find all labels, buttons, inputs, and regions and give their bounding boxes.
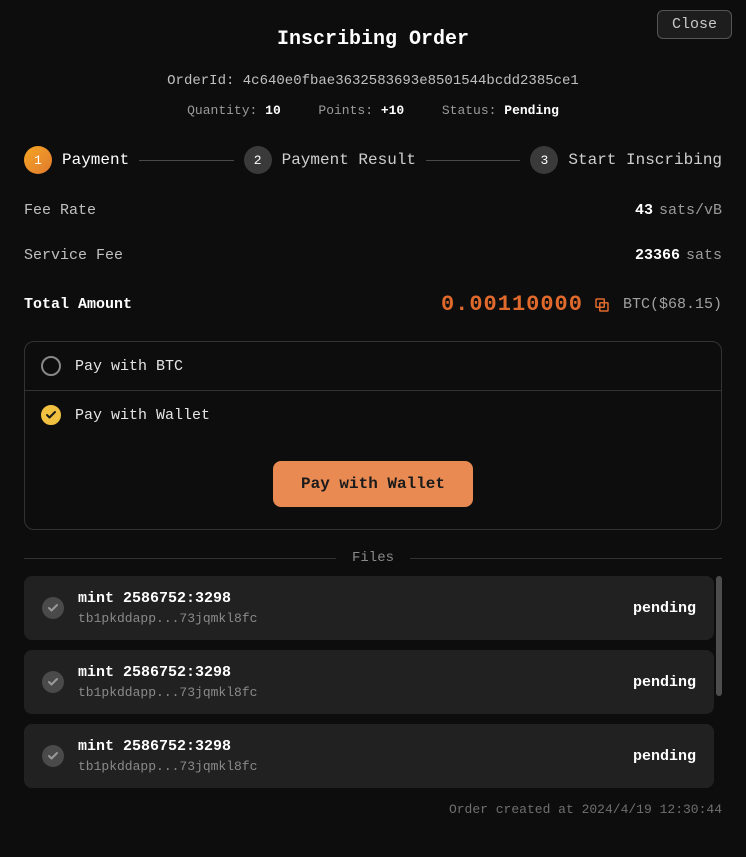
files-label: Files: [352, 550, 394, 566]
status-label: Status:: [442, 103, 497, 118]
check-icon: [42, 597, 64, 619]
step-label-1: Payment: [62, 151, 129, 169]
pay-option-wallet-label: Pay with Wallet: [75, 407, 210, 424]
files-list: mint 2586752:3298 tb1pkddapp...73jqmkl8f…: [24, 576, 722, 788]
fee-rate-unit: sats/vB: [659, 202, 722, 219]
fee-rate-label: Fee Rate: [24, 202, 96, 219]
files-divider: Files: [24, 550, 722, 566]
order-id-row: OrderId: 4c640e0fbae3632583693e8501544bc…: [24, 73, 722, 89]
file-title: mint 2586752:3298: [78, 664, 619, 681]
pay-option-btc-label: Pay with BTC: [75, 358, 183, 375]
radio-unchecked-icon: [41, 356, 61, 376]
order-id-label: OrderId:: [167, 73, 234, 89]
fee-rate-value: 43: [635, 202, 653, 219]
check-icon: [42, 745, 64, 767]
service-fee-unit: sats: [686, 247, 722, 264]
file-status: pending: [633, 674, 696, 691]
file-address: tb1pkddapp...73jqmkl8fc: [78, 759, 619, 774]
file-item[interactable]: mint 2586752:3298 tb1pkddapp...73jqmkl8f…: [24, 724, 714, 788]
stepper: 1 Payment 2 Payment Result 3 Start Inscr…: [24, 146, 722, 174]
step-num-3: 3: [530, 146, 558, 174]
file-title: mint 2586752:3298: [78, 738, 619, 755]
status-value: Pending: [504, 103, 559, 118]
points-label: Points:: [318, 103, 373, 118]
file-address: tb1pkddapp...73jqmkl8fc: [78, 611, 619, 626]
radio-checked-icon: [41, 405, 61, 425]
fee-rate-row: Fee Rate 43 sats/vB: [24, 202, 722, 219]
quantity-label: Quantity:: [187, 103, 257, 118]
step-num-2: 2: [244, 146, 272, 174]
total-amount-usd: BTC($68.15): [623, 296, 722, 313]
total-amount-btc: 0.00110000: [441, 292, 583, 317]
file-title: mint 2586752:3298: [78, 590, 619, 607]
total-amount-row: Total Amount 0.00110000 BTC($68.15): [24, 292, 722, 317]
check-icon: [42, 671, 64, 693]
step-divider: [139, 160, 233, 161]
step-payment: 1 Payment: [24, 146, 129, 174]
close-button[interactable]: Close: [657, 10, 732, 39]
total-amount-label: Total Amount: [24, 296, 132, 313]
step-divider: [426, 160, 520, 161]
order-id-value: 4c640e0fbae3632583693e8501544bcdd2385ce1: [243, 73, 579, 89]
step-num-1: 1: [24, 146, 52, 174]
step-label-2: Payment Result: [282, 151, 416, 169]
payment-method-box: Pay with BTC Pay with Wallet Pay with Wa…: [24, 341, 722, 530]
scrollbar[interactable]: [716, 576, 722, 788]
scrollbar-thumb[interactable]: [716, 576, 722, 696]
file-status: pending: [633, 600, 696, 617]
step-label-3: Start Inscribing: [568, 151, 722, 169]
service-fee-row: Service Fee 23366 sats: [24, 247, 722, 264]
service-fee-label: Service Fee: [24, 247, 123, 264]
modal-title: Inscribing Order: [24, 28, 722, 51]
quantity-value: 10: [265, 103, 281, 118]
pay-button[interactable]: Pay with Wallet: [273, 461, 473, 507]
order-created-at: Order created at 2024/4/19 12:30:44: [24, 802, 722, 817]
pay-option-wallet[interactable]: Pay with Wallet: [25, 390, 721, 439]
order-meta-row: Quantity: 10 Points: +10 Status: Pending: [24, 103, 722, 118]
file-item[interactable]: mint 2586752:3298 tb1pkddapp...73jqmkl8f…: [24, 650, 714, 714]
file-address: tb1pkddapp...73jqmkl8fc: [78, 685, 619, 700]
step-start-inscribing: 3 Start Inscribing: [530, 146, 722, 174]
copy-icon[interactable]: [593, 296, 611, 314]
points-value: +10: [381, 103, 404, 118]
file-status: pending: [633, 748, 696, 765]
service-fee-value: 23366: [635, 247, 680, 264]
file-item[interactable]: mint 2586752:3298 tb1pkddapp...73jqmkl8f…: [24, 576, 714, 640]
pay-option-btc[interactable]: Pay with BTC: [25, 342, 721, 390]
step-payment-result: 2 Payment Result: [244, 146, 416, 174]
